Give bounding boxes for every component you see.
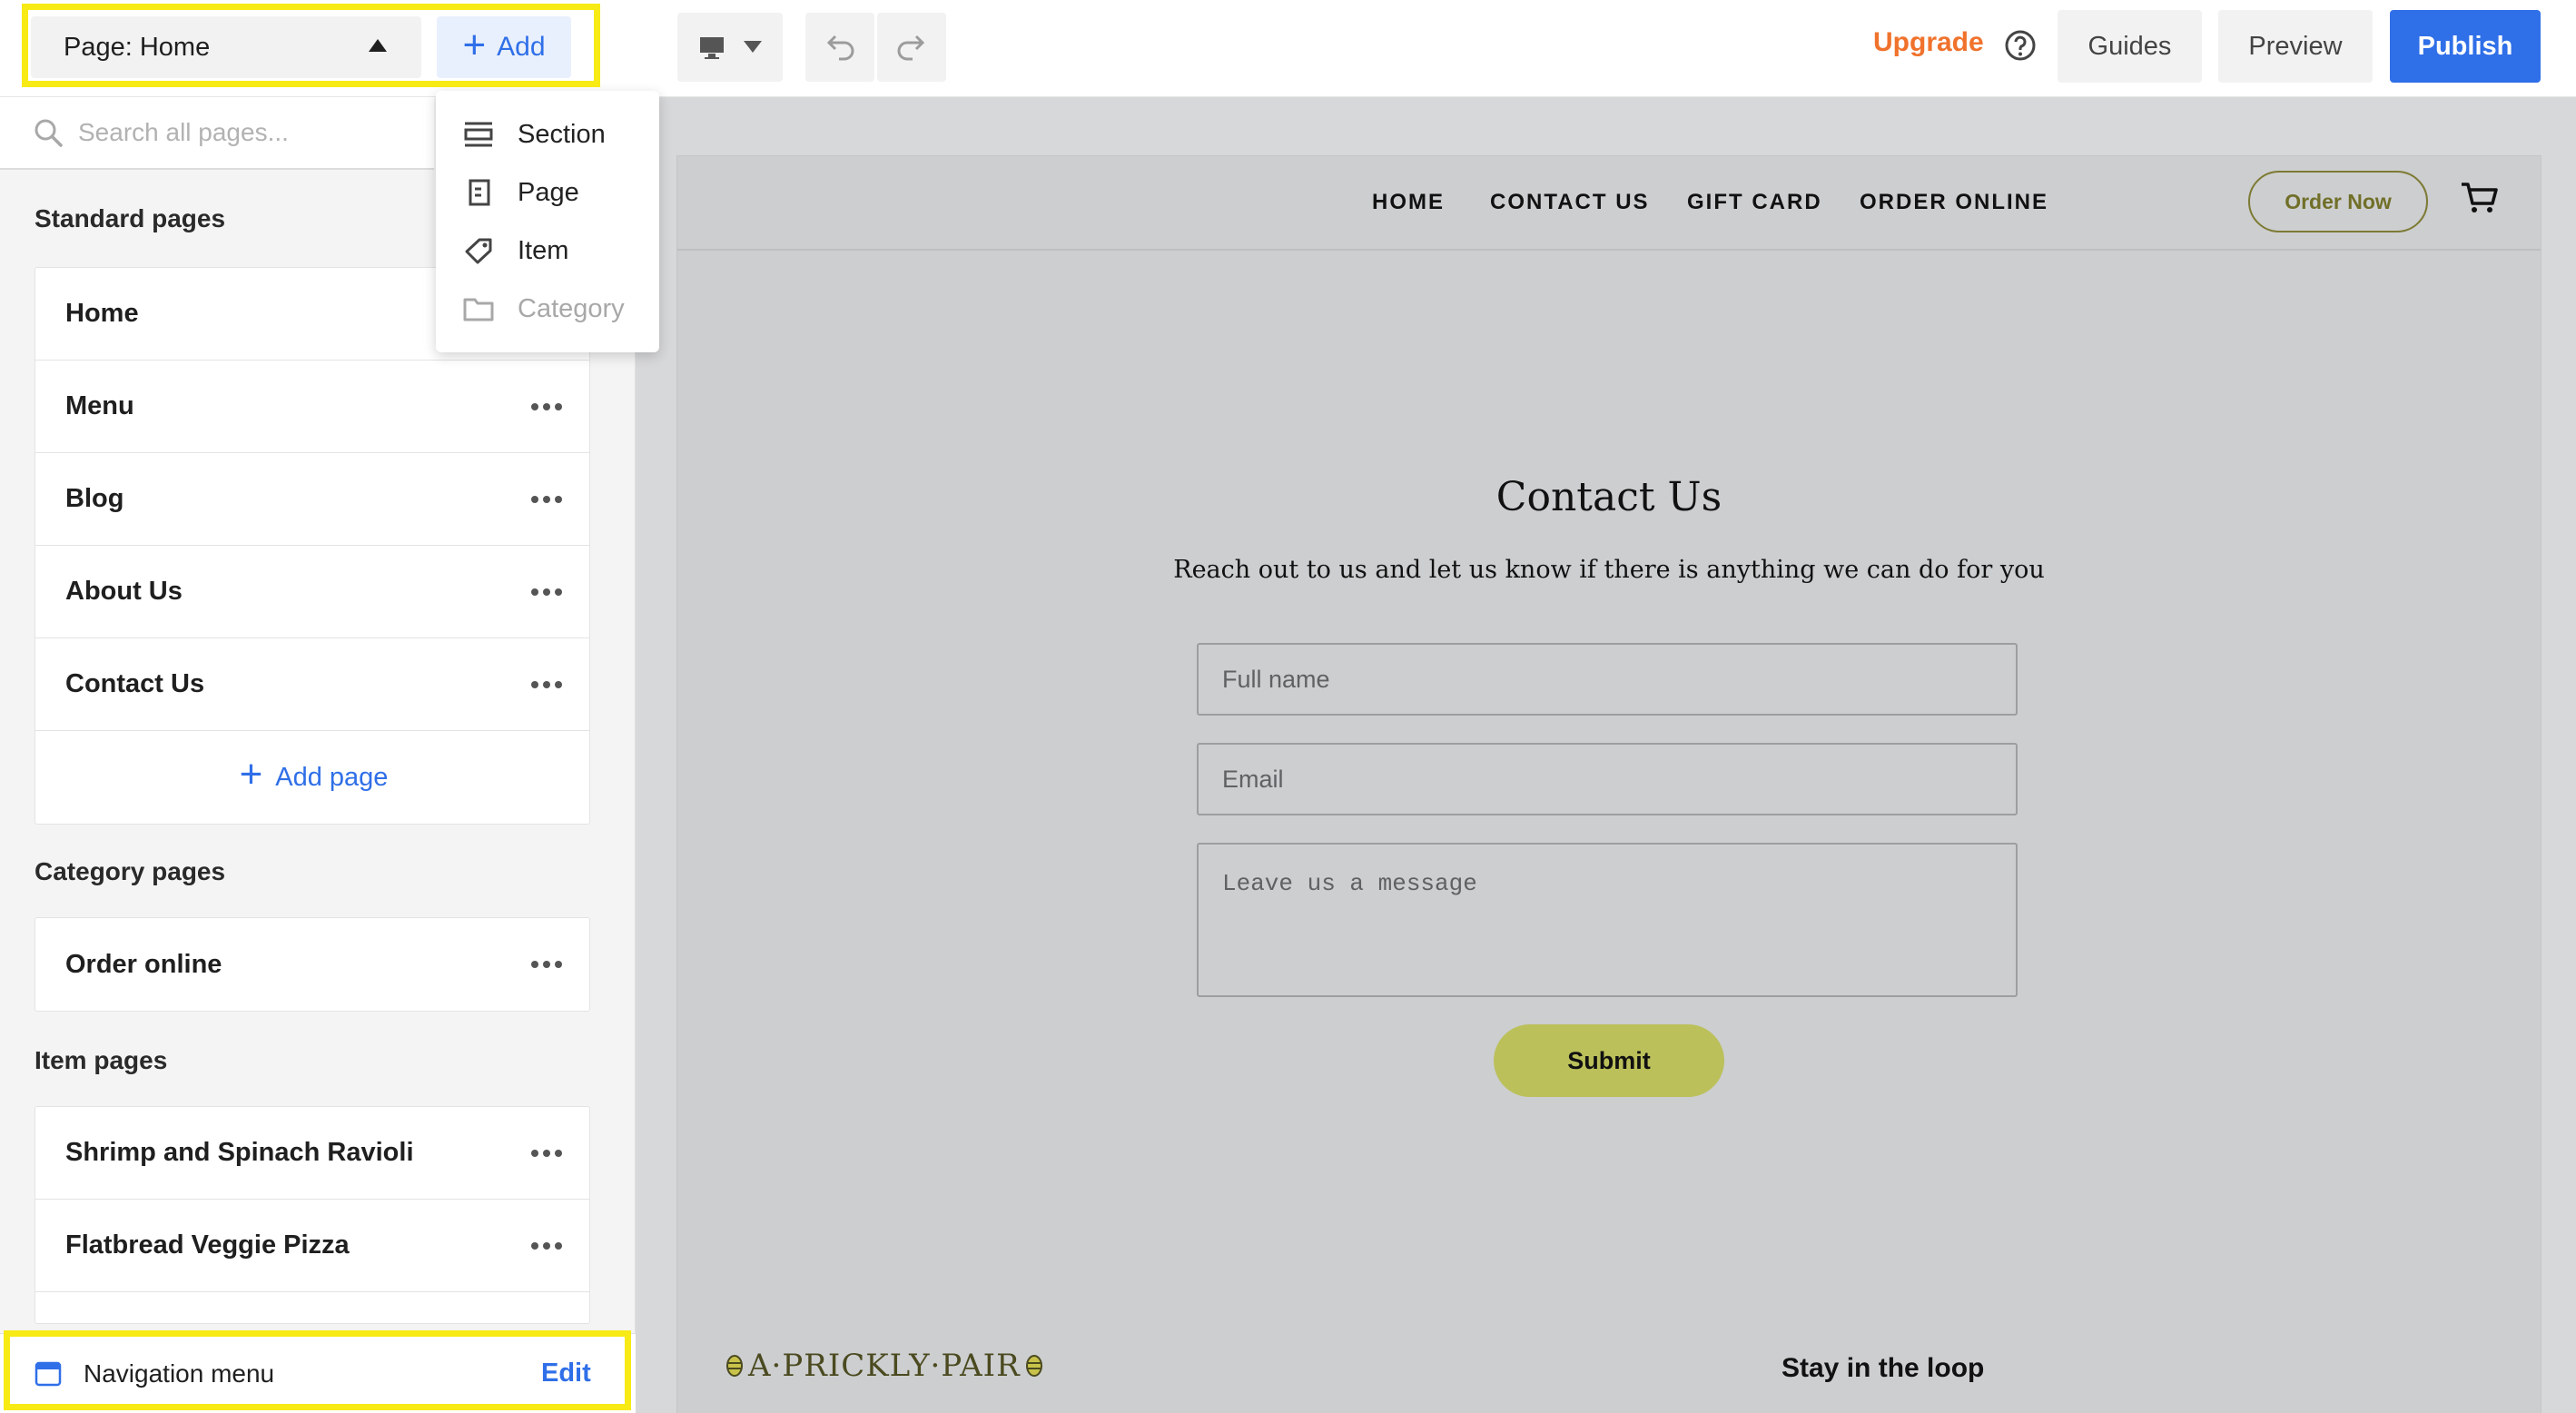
add-menu-item-item[interactable]: Item bbox=[463, 228, 568, 273]
page-item-label: Shrimp and Spinach Ravioli bbox=[65, 1138, 414, 1167]
undo-button[interactable] bbox=[805, 13, 874, 82]
folder-icon bbox=[463, 298, 494, 321]
site-preview: HOME CONTACT US GIFT CARD ORDER ONLINE O… bbox=[677, 156, 2541, 1413]
help-icon[interactable] bbox=[2004, 29, 2037, 62]
edit-navigation-button[interactable]: Edit bbox=[541, 1359, 591, 1388]
page-select-dropdown[interactable]: Page: Home bbox=[31, 16, 421, 78]
message-field[interactable] bbox=[1197, 843, 2018, 997]
category-pages-heading: Category pages bbox=[35, 857, 226, 885]
page-item-label: Order online bbox=[65, 949, 222, 979]
more-options-icon[interactable] bbox=[531, 402, 562, 410]
upgrade-link[interactable]: Upgrade bbox=[1873, 27, 1984, 58]
more-options-icon[interactable] bbox=[531, 1149, 562, 1157]
contact-subtitle: Reach out to us and let us know if there… bbox=[1173, 556, 2045, 584]
page-item-label: Flatbread Veggie Pizza bbox=[65, 1230, 350, 1260]
site-nav-order-online[interactable]: ORDER ONLINE bbox=[1860, 190, 2048, 215]
footer-newsletter-heading: Stay in the loop bbox=[1781, 1353, 1985, 1383]
guides-button[interactable]: Guides bbox=[2058, 10, 2202, 83]
site-nav-home[interactable]: HOME bbox=[1372, 190, 1445, 215]
add-menu-item-label: Item bbox=[518, 235, 569, 265]
bee-icon bbox=[726, 1355, 743, 1377]
desktop-icon bbox=[700, 37, 724, 59]
page-item-label: Blog bbox=[65, 484, 124, 513]
more-options-icon[interactable] bbox=[531, 588, 562, 596]
category-pages-list: Order online bbox=[35, 917, 590, 1012]
more-options-icon[interactable] bbox=[531, 1241, 562, 1250]
page-item-label: Menu bbox=[65, 391, 134, 420]
publish-button[interactable]: Publish bbox=[2390, 10, 2541, 83]
plus-icon: + bbox=[462, 23, 487, 67]
site-logo: A·PRICKLY·PAIR bbox=[725, 1348, 1044, 1384]
item-pages-heading: Item pages bbox=[35, 1046, 168, 1074]
add-menu-dropdown: Section Page Item Category bbox=[436, 91, 659, 352]
page-item-label: Home bbox=[65, 299, 139, 328]
page-select-label: Page: Home bbox=[64, 32, 211, 62]
more-options-icon[interactable] bbox=[531, 495, 562, 503]
plus-icon: + bbox=[239, 752, 263, 796]
device-preview-toggle[interactable] bbox=[677, 13, 783, 82]
search-input[interactable] bbox=[78, 118, 423, 147]
more-options-icon[interactable] bbox=[531, 680, 562, 688]
logo-text: A·PRICKLY·PAIR bbox=[748, 1348, 1021, 1384]
site-nav-contact-us[interactable]: CONTACT US bbox=[1490, 190, 1650, 215]
page-item-shrimp-ravioli[interactable]: Shrimp and Spinach Ravioli bbox=[35, 1107, 589, 1200]
add-page-button[interactable]: + Add page bbox=[35, 731, 589, 824]
site-header: HOME CONTACT US GIFT CARD ORDER ONLINE O… bbox=[677, 156, 2541, 251]
navigation-menu-label: Navigation menu bbox=[84, 1359, 275, 1388]
tag-icon bbox=[465, 238, 492, 264]
page-item-about-us[interactable]: About Us bbox=[35, 546, 589, 638]
add-menu-item-page[interactable]: Page bbox=[463, 170, 579, 215]
more-options-icon[interactable] bbox=[531, 961, 562, 968]
redo-icon bbox=[897, 35, 925, 61]
page-item-contact-us[interactable]: Contact Us bbox=[35, 638, 589, 731]
email-field[interactable] bbox=[1197, 743, 2018, 815]
page-item-order-online[interactable]: Order online bbox=[35, 918, 589, 1011]
add-menu-item-label: Page bbox=[518, 177, 579, 207]
add-menu-item-section[interactable]: Section bbox=[463, 112, 606, 157]
navigation-menu-bar: Navigation menu Edit bbox=[0, 1333, 636, 1413]
page-icon bbox=[469, 179, 490, 206]
page-item-label: About Us bbox=[65, 577, 183, 606]
order-now-button[interactable]: Order Now bbox=[2248, 171, 2428, 232]
add-button-label: Add bbox=[497, 32, 546, 62]
cart-icon[interactable] bbox=[2460, 182, 2498, 214]
search-bar bbox=[0, 97, 434, 170]
search-icon bbox=[35, 119, 63, 147]
chevron-down-icon bbox=[744, 41, 762, 53]
site-nav-gift-card[interactable]: GIFT CARD bbox=[1687, 190, 1822, 215]
page-item-veggie-pizza[interactable]: Flatbread Veggie Pizza bbox=[35, 1200, 589, 1292]
preview-button[interactable]: Preview bbox=[2218, 10, 2373, 83]
add-menu-item-label: Section bbox=[518, 119, 606, 149]
full-name-field[interactable] bbox=[1197, 643, 2018, 716]
page-item-blog[interactable]: Blog bbox=[35, 453, 589, 546]
add-page-label: Add page bbox=[275, 762, 389, 792]
caret-up-icon bbox=[369, 39, 387, 52]
section-icon bbox=[464, 122, 493, 147]
page-item-menu[interactable]: Menu bbox=[35, 361, 589, 453]
add-button[interactable]: + Add bbox=[437, 16, 571, 78]
add-menu-item-category: Category bbox=[463, 286, 625, 331]
submit-button[interactable]: Submit bbox=[1494, 1024, 1724, 1097]
item-pages-list: Shrimp and Spinach Ravioli Flatbread Veg… bbox=[35, 1106, 590, 1324]
contact-title: Contact Us bbox=[1495, 474, 1722, 520]
add-menu-item-label: Category bbox=[518, 293, 625, 323]
undo-icon bbox=[826, 35, 854, 61]
page-item-label: Contact Us bbox=[65, 669, 205, 698]
standard-pages-heading: Standard pages bbox=[35, 204, 226, 232]
browser-window-icon bbox=[35, 1361, 62, 1386]
bee-icon bbox=[1025, 1355, 1042, 1377]
redo-button[interactable] bbox=[877, 13, 946, 82]
top-toolbar: Page: Home + Add Upgrade Guides Preview … bbox=[0, 0, 2576, 97]
